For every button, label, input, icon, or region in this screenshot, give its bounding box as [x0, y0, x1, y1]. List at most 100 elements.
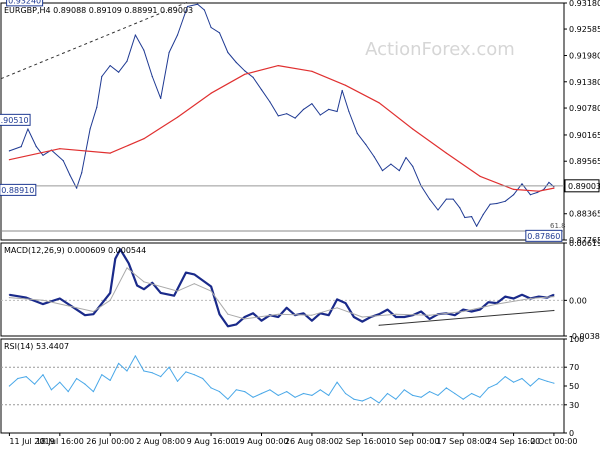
x-tick-label: 2 Sep 16:00	[338, 437, 386, 446]
macd-data-point	[244, 318, 246, 320]
price-data-point	[548, 181, 550, 183]
price-data-point	[482, 213, 484, 215]
price-data-point	[445, 198, 447, 200]
price-data-point	[76, 187, 78, 189]
rsi-data-point	[412, 394, 414, 396]
macd-data-point	[92, 313, 94, 315]
rsi-data-point	[227, 398, 229, 400]
rsi-series-rsi	[9, 355, 555, 404]
price-data-point	[260, 89, 263, 91]
rsi-data-point	[193, 374, 195, 376]
macd-data-point	[378, 324, 380, 326]
price-data-point	[496, 202, 498, 205]
rsi-data-point	[269, 389, 271, 391]
price-data-point	[504, 200, 506, 202]
price-data-point	[59, 148, 61, 150]
macd-data-point	[260, 320, 263, 322]
x-tick-label: 17 Sep 08:00	[436, 437, 489, 446]
price-data-point	[143, 49, 145, 51]
macd-data-point	[227, 313, 229, 315]
price-series-1	[9, 64, 555, 192]
rsi-data-point	[513, 381, 515, 383]
rsi-data-point	[529, 385, 532, 387]
macd-data-point	[25, 297, 27, 299]
macd-data-point	[395, 316, 397, 318]
macd-data-point	[553, 296, 555, 298]
rsi-data-point	[76, 377, 78, 380]
rsi-data-point	[92, 391, 94, 393]
rsi-data-point	[118, 362, 120, 364]
rsi-data-point	[252, 396, 254, 398]
rsi-data-point	[471, 392, 473, 395]
macd-data-point	[210, 285, 212, 288]
macd-data-point	[336, 307, 338, 309]
macd-data-point	[76, 309, 78, 311]
price-data-point	[536, 191, 538, 194]
macd-data-point	[126, 267, 128, 269]
rsi-data-point	[378, 402, 380, 404]
macd-data-point	[84, 314, 86, 316]
rsi-data-point	[134, 355, 136, 357]
rsi-data-point	[429, 391, 431, 393]
rsi-data-point	[454, 392, 456, 395]
macd-data-point	[462, 309, 464, 311]
price-data-point	[89, 128, 91, 130]
rsi-data-point	[353, 398, 355, 400]
price-data-point	[109, 65, 111, 67]
macd-data-point	[479, 309, 481, 311]
price-data-point	[168, 51, 170, 54]
macd-data-point	[496, 303, 498, 305]
macd-data-point	[403, 316, 405, 318]
price-y-tick-label: 0.92585	[569, 25, 600, 34]
price-data-point	[489, 203, 491, 205]
price-annotation-label: 0.87860	[527, 232, 560, 241]
macd-data-point	[193, 273, 195, 275]
macd-data-point	[235, 323, 237, 325]
price-data-point	[479, 175, 481, 177]
macd-data-point	[302, 312, 305, 314]
macd-data-point	[143, 281, 145, 283]
macd-data-point	[386, 309, 389, 311]
price-data-point	[319, 114, 321, 116]
price-data-point	[235, 61, 237, 64]
price-data-point	[412, 165, 414, 167]
macd-data-point	[471, 310, 473, 313]
price-data-point	[35, 146, 37, 148]
price-data-point	[20, 146, 22, 148]
price-data-point	[378, 102, 380, 104]
price-data-point	[328, 108, 330, 110]
price-y-tick-label: 0.88365	[569, 210, 600, 219]
price-data-point	[348, 110, 350, 113]
price-data-point	[160, 97, 162, 99]
x-tick-label: 26 Jul 00:00	[86, 437, 134, 446]
rsi-data-point	[143, 370, 145, 372]
price-data-point	[151, 75, 153, 78]
chart-canvas: ActionForex.com 0.93180 0.92585 0.91980 0.9…	[0, 0, 600, 446]
macd-data-point	[529, 297, 532, 300]
macd-data-point	[353, 316, 355, 318]
macd-data-point	[92, 310, 94, 313]
rsi-data-point	[328, 394, 330, 396]
price-data-point	[311, 70, 313, 72]
rsi-y-tick-label: 100	[569, 335, 584, 344]
x-tick-label: 2 Oct 00:00	[530, 437, 577, 446]
price-data-point	[134, 34, 136, 36]
macd-data-point	[176, 290, 179, 292]
rsi-data-point	[496, 383, 498, 385]
price-data-point	[538, 190, 540, 192]
fib-level-label: 61.8	[550, 222, 566, 230]
price-data-point	[69, 174, 71, 176]
macd-data-point	[59, 297, 61, 300]
rsi-data-point	[50, 389, 53, 391]
macd-data-point	[42, 299, 44, 301]
rsi-data-point	[185, 371, 187, 373]
macd-data-point	[429, 318, 431, 320]
macd-data-point	[336, 298, 338, 300]
rsi-data-point	[336, 381, 338, 383]
price-data-point	[398, 170, 400, 172]
rsi-data-point	[244, 391, 246, 393]
price-y-tick-label: 0.90165	[569, 131, 600, 140]
macd-data-point	[244, 316, 246, 318]
price-data-point	[356, 132, 358, 134]
macd-data-point	[277, 313, 279, 315]
